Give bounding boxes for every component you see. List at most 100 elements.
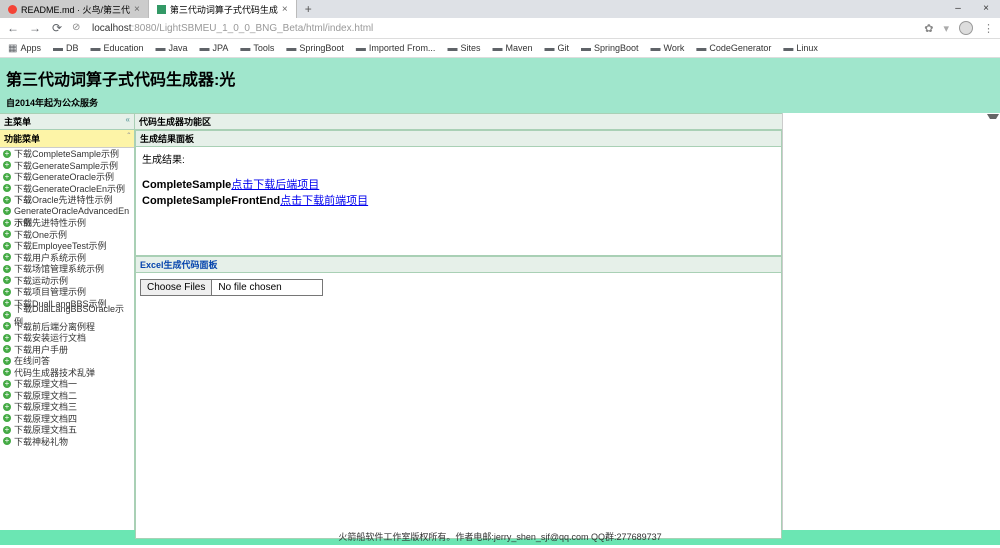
plus-icon: + [3,311,11,319]
url-display[interactable]: localhost:8080/LightSBMEU_1_0_0_BNG_Beta… [92,23,916,34]
bookmark-folder[interactable]: ▬Tools [240,43,274,54]
folder-icon: ▬ [90,43,100,54]
download-frontend-link[interactable]: 点击下载前端项目 [280,195,368,207]
plus-icon: + [3,161,11,169]
plus-icon: + [3,391,11,399]
minimize-button[interactable]: – [944,0,972,18]
favicon-app-icon [157,5,166,14]
plus-icon: + [3,253,11,261]
folder-icon: ▬ [651,43,661,54]
plus-icon: + [3,173,11,181]
result-line: CompleteSampleFrontEnd点击下载前端项目 [142,192,775,208]
plus-icon: + [3,403,11,411]
close-icon[interactable]: × [282,4,288,15]
bookmark-folder[interactable]: ▬Git [544,43,569,54]
tab-label: README.md · 火鸟/第三代 [21,3,130,16]
folder-icon: ▬ [492,43,502,54]
browser-tabs-bar: README.md · 火鸟/第三代 × 第三代动词算子式代码生成 × + – … [0,0,1000,18]
folder-icon: ▬ [286,43,296,54]
bookmarks-bar: ▦Apps ▬DB ▬Education ▬Java ▬JPA ▬Tools ▬… [0,39,1000,58]
collapse-icon[interactable]: ˆ [127,132,130,141]
url-path: :8080/LightSBMEU_1_0_0_BNG_Beta/html/ind… [131,23,373,34]
address-bar: ← → ⟳ ⊘ localhost:8080/LightSBMEU_1_0_0_… [0,18,1000,39]
sidebar-menu-item[interactable]: +下载神秘礼物 [0,436,134,448]
result-panel-title: 生成结果面板 [136,131,781,147]
bookmark-folder[interactable]: ▬DB [53,43,79,54]
plus-icon: + [3,334,11,342]
main-area: 主菜单« 功能菜单ˆ +下载CompleteSample示例+下载Generat… [0,113,1000,530]
back-button[interactable]: ← [6,21,20,35]
bookmark-folder[interactable]: ▬Linux [783,43,818,54]
close-button[interactable]: × [972,0,1000,18]
page-title: 第三代动词算子式代码生成器:光 [6,66,994,90]
plus-icon: + [3,196,11,204]
forward-button[interactable]: → [28,21,42,35]
choose-files-button[interactable]: Choose Files [141,280,212,295]
extension-icon[interactable]: ▾ [943,22,949,35]
folder-icon: ▬ [156,43,166,54]
excel-body: Choose Files No file chosen [136,273,781,538]
plus-icon: + [3,414,11,422]
tab-readme[interactable]: README.md · 火鸟/第三代 × [0,0,149,18]
plus-icon: + [3,265,11,273]
folder-icon: ▬ [356,43,366,54]
favicon-gitee-icon [8,5,17,14]
content-area: 代码生成器功能区 生成结果面板 生成结果: CompleteSample点击下载… [135,113,782,530]
reload-button[interactable]: ⟳ [50,21,64,35]
apps-icon: ▦ [8,43,17,54]
content-area-title: 代码生成器功能区 [135,113,782,130]
page-subtitle: 自2014年起为公众服务 [6,96,994,109]
profile-avatar[interactable] [959,21,973,35]
excel-panel-title: Excel生成代码面板 [136,257,781,273]
plus-icon: + [3,288,11,296]
plus-icon: + [3,242,11,250]
bookmark-folder[interactable]: ▬Education [90,43,143,54]
plus-icon: + [3,276,11,284]
folder-icon: ▬ [581,43,591,54]
file-input[interactable]: Choose Files No file chosen [140,279,323,296]
plus-icon: + [3,357,11,365]
bookmark-folder[interactable]: ▬Work [651,43,685,54]
folder-icon: ▬ [544,43,554,54]
plus-icon: + [3,380,11,388]
folder-icon: ▬ [240,43,250,54]
bookmark-folder[interactable]: ▬SpringBoot [581,43,639,54]
tab-app[interactable]: 第三代动词算子式代码生成 × [149,0,297,18]
download-backend-link[interactable]: 点击下载后端项目 [231,179,319,191]
plus-icon: + [3,207,11,215]
close-icon[interactable]: × [134,4,140,15]
collapse-icon[interactable]: « [126,115,130,124]
sidebar: 主菜单« 功能菜单ˆ +下载CompleteSample示例+下载Generat… [0,113,135,530]
plus-icon: + [3,368,11,376]
right-blank-panel [782,113,1000,530]
toolbar-right: ✿ ▾ ⋮ [924,21,994,35]
bookmark-folder[interactable]: ▬Sites [447,43,480,54]
plus-icon: + [3,219,11,227]
bookmark-folder[interactable]: ▬SpringBoot [286,43,344,54]
bookmark-folder[interactable]: ▬Java [156,43,188,54]
result-body: 生成结果: CompleteSample点击下载后端项目 CompleteSam… [136,147,781,255]
menu-item-label: 下载神秘礼物 [14,435,68,448]
sidebar-main-title: 主菜单« [0,113,134,130]
folder-icon: ▬ [696,43,706,54]
bookmark-folder[interactable]: ▬JPA [200,43,229,54]
plus-icon: + [3,230,11,238]
security-icon[interactable]: ⊘ [72,22,84,34]
bookmark-folder[interactable]: ▬Imported From... [356,43,436,54]
new-tab-button[interactable]: + [297,2,320,16]
url-host: localhost [92,23,131,34]
apps-button[interactable]: ▦Apps [8,43,41,54]
tab-label: 第三代动词算子式代码生成 [170,3,278,16]
folder-icon: ▬ [447,43,457,54]
folder-icon: ▬ [783,43,793,54]
bookmark-folder[interactable]: ▬Maven [492,43,532,54]
window-controls: – × [944,0,1000,18]
file-status-text: No file chosen [212,280,322,295]
result-label: 生成结果: [142,151,775,166]
extension-icon[interactable]: ✿ [924,22,933,35]
folder-icon: ▬ [53,43,63,54]
result-line: CompleteSample点击下载后端项目 [142,176,775,192]
menu-button[interactable]: ⋮ [983,22,994,35]
bookmark-folder[interactable]: ▬CodeGenerator [696,43,771,54]
plus-icon: + [3,184,11,192]
